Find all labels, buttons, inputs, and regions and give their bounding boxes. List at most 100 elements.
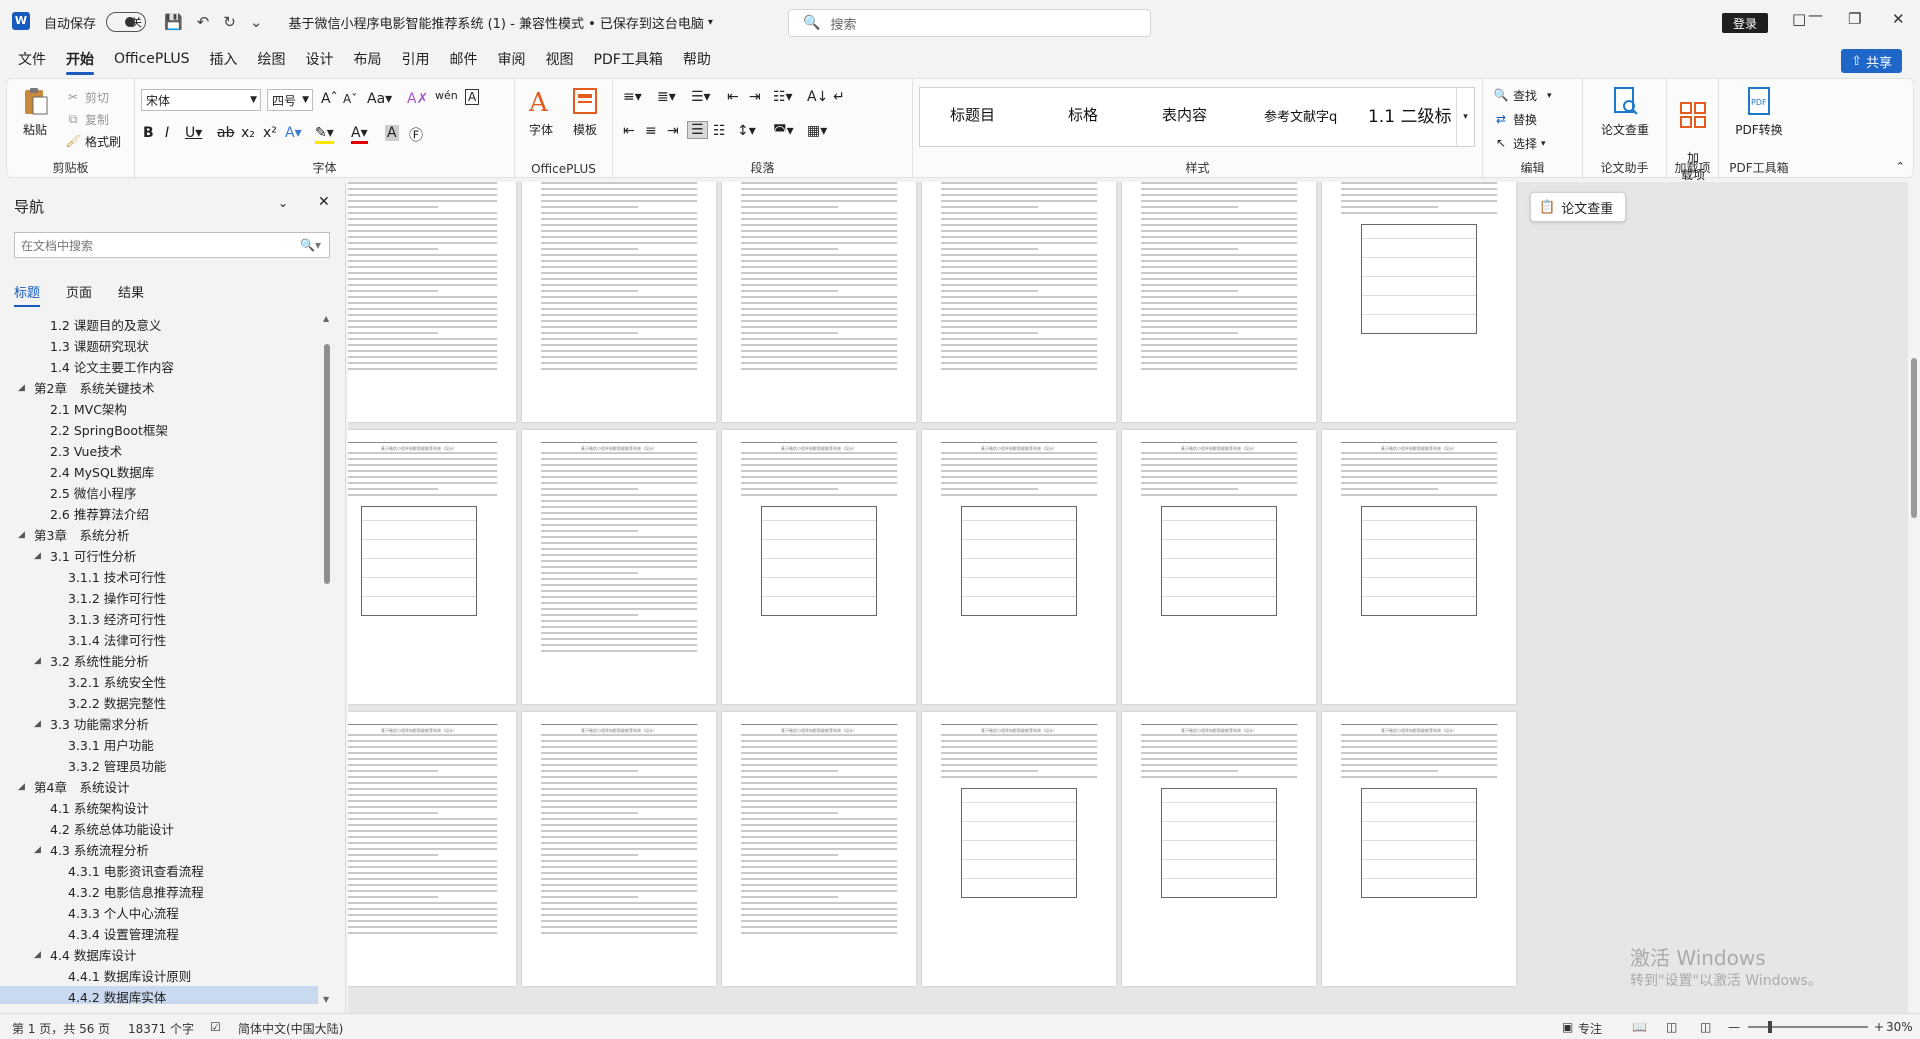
nav-heading-item[interactable]: 1.4 论文主要工作内容 [0, 356, 318, 377]
nav-tab-headings[interactable]: 标题 [14, 282, 41, 307]
focus-icon[interactable]: ▣ [1562, 1020, 1573, 1034]
page-thumbnail[interactable]: 基于微信小程序电影智能推荐系统（设计） [922, 430, 1116, 704]
justify-icon[interactable]: ☰ [687, 121, 708, 139]
collapse-ribbon-icon[interactable]: ⌃ [1896, 160, 1905, 173]
copy-button[interactable]: ⧉ 复制 [65, 111, 109, 128]
underline-icon[interactable]: U▾ [185, 125, 202, 141]
tab-insert[interactable]: 插入 [210, 49, 238, 69]
multilevel-list-icon[interactable]: ☰▾ [691, 89, 711, 105]
nav-heading-item[interactable]: 3.3.2 管理员功能 [0, 755, 318, 776]
nav-heading-item[interactable]: 4.1 系统架构设计 [0, 797, 318, 818]
document-title[interactable]: 基于微信小程序电影智能推荐系统 (1) - 兼容性模式 • 已保存到这台电脑 [288, 13, 703, 32]
distributed-icon[interactable]: ☷ [713, 123, 726, 139]
close-icon[interactable]: ✕ [1892, 10, 1905, 28]
tab-officeplus[interactable]: OfficePLUS [114, 51, 190, 67]
highlight-icon[interactable]: ✎▾ [315, 125, 334, 144]
expand-arrow-icon[interactable]: ◢ [34, 719, 41, 729]
page-thumbnail[interactable]: 基于微信小程序电影智能推荐系统（设计） [1322, 430, 1516, 704]
nav-heading-item[interactable]: ◢ 第3章 系统分析 [0, 524, 318, 545]
accessibility-icon[interactable]: ☑ [210, 1020, 221, 1034]
autosave-toggle[interactable]: 关 [106, 12, 147, 32]
page-thumbnail[interactable]: 基于微信小程序电影智能推荐系统（设计） [522, 430, 716, 704]
tab-review[interactable]: 审阅 [498, 49, 526, 69]
minimize-icon[interactable]: — [1808, 6, 1823, 24]
page-count[interactable]: 第 1 页，共 56 页 [12, 1020, 110, 1037]
nav-heading-item[interactable]: 2.4 MySQL数据库 [0, 461, 318, 482]
pdf-convert-button[interactable]: PDF PDF转换 [1723, 85, 1795, 138]
expand-arrow-icon[interactable]: ◢ [18, 383, 25, 393]
italic-icon[interactable]: I [165, 125, 169, 141]
shrink-font-icon[interactable]: Aˇ [343, 92, 357, 106]
page-thumbnail[interactable]: 基于微信小程序电影智能推荐系统（设计） [1122, 712, 1316, 986]
replace-button[interactable]: ⇄ 替换 [1493, 111, 1537, 128]
align-left-icon[interactable]: ⇤ [623, 123, 635, 139]
align-center-icon[interactable]: ≡ [645, 123, 657, 139]
change-case-icon[interactable]: Aa▾ [367, 91, 392, 107]
scroll-down-icon[interactable]: ▼ [323, 995, 329, 1004]
nav-search-input[interactable]: 在文档中搜索 🔍▾ [14, 232, 330, 258]
page-thumbnail[interactable]: 基于微信小程序电影智能推荐系统（设计） [722, 712, 916, 986]
nav-scroll-thumb[interactable] [324, 344, 330, 584]
font-size-select[interactable]: 四号 ▼ [267, 89, 313, 111]
align-right-icon[interactable]: ⇥ [667, 123, 679, 139]
close-icon[interactable]: ✕ [318, 194, 330, 210]
page-thumbnail[interactable]: 基于微信小程序电影智能推荐系统（设计） [922, 712, 1116, 986]
phonetic-guide-icon[interactable]: wén [435, 89, 458, 102]
bullets-icon[interactable]: ≡▾ [623, 89, 642, 105]
nav-heading-item[interactable]: 2.3 Vue技术 [0, 440, 318, 461]
tab-view[interactable]: 视图 [546, 49, 574, 69]
nav-heading-item[interactable]: 4.2 系统总体功能设计 [0, 818, 318, 839]
expand-arrow-icon[interactable]: ◢ [34, 845, 41, 855]
page-thumbnail[interactable]: 基于微信小程序电影智能推荐系统（设计） [722, 430, 916, 704]
nav-heading-item[interactable]: 3.1.1 技术可行性 [0, 566, 318, 587]
tab-design[interactable]: 设计 [306, 49, 334, 69]
nav-heading-item[interactable]: 1.3 课题研究现状 [0, 335, 318, 356]
nav-heading-item[interactable]: ◢ 4.4 数据库设计 [0, 944, 318, 965]
text-effects-icon[interactable]: A▾ [285, 125, 302, 141]
zoom-slider[interactable] [1748, 1021, 1868, 1033]
document-canvas[interactable]: 基于微信小程序电影智能推荐系统（设计） 基于微信小程序电影智能推荐系统（设计） 基于… [348, 182, 1908, 1013]
line-spacing-icon[interactable]: ↕▾ [737, 123, 756, 139]
language-status[interactable]: 简体中文(中国大陆) [238, 1020, 343, 1037]
login-button[interactable]: 登录 [1722, 13, 1768, 33]
tab-home[interactable]: 开始 [66, 49, 94, 75]
document-scroll-thumb[interactable] [1911, 358, 1917, 518]
nav-heading-item[interactable]: ◢ 3.3 功能需求分析 [0, 713, 318, 734]
nav-heading-item[interactable]: 4.3.1 电影资讯查看流程 [0, 860, 318, 881]
expand-arrow-icon[interactable]: ◢ [34, 551, 41, 561]
page-thumbnail[interactable]: 基于微信小程序电影智能推荐系统（设计） [1322, 182, 1516, 422]
page-thumbnail[interactable]: 基于微信小程序电影智能推荐系统（设计） [522, 712, 716, 986]
nav-heading-item[interactable]: 3.1.4 法律可行性 [0, 629, 318, 650]
nav-heading-item[interactable]: 2.5 微信小程序 [0, 482, 318, 503]
paper-check-button[interactable]: 论文查重 [1589, 85, 1661, 138]
share-button[interactable]: ⇧ 共享 [1841, 49, 1902, 73]
select-button[interactable]: ↖ 选择 ▾ [1493, 135, 1546, 152]
strikethrough-icon[interactable]: ab [217, 125, 234, 141]
web-layout-icon[interactable]: ◫ [1700, 1020, 1711, 1034]
sort-icon[interactable]: A↓ [807, 89, 828, 105]
page-thumbnail[interactable]: 基于微信小程序电影智能推荐系统（设计） [922, 182, 1116, 422]
page-thumbnail[interactable]: 基于微信小程序电影智能推荐系统（设计） [348, 430, 516, 704]
save-icon[interactable]: 💾 [164, 13, 183, 31]
character-border-icon[interactable]: A [465, 89, 480, 105]
enclose-character-icon[interactable]: Ⓕ [409, 125, 423, 145]
nav-heading-item[interactable]: 4.3.4 设置管理流程 [0, 923, 318, 944]
nav-heading-item[interactable]: 4.3.2 电影信息推荐流程 [0, 881, 318, 902]
page-thumbnail[interactable]: 基于微信小程序电影智能推荐系统（设计） [1122, 182, 1316, 422]
page-thumbnail[interactable]: 基于微信小程序电影智能推荐系统（设计） [522, 182, 716, 422]
nav-heading-item[interactable]: 3.3.1 用户功能 [0, 734, 318, 755]
tab-pdf-toolbox[interactable]: PDF工具箱 [594, 49, 663, 69]
zoom-level[interactable]: 30% [1886, 1020, 1913, 1034]
expand-arrow-icon[interactable]: ◢ [34, 656, 41, 666]
nav-heading-item[interactable]: 3.1.2 操作可行性 [0, 587, 318, 608]
shading-icon[interactable]: ◚▾ [773, 123, 794, 139]
maximize-icon[interactable]: ❐ [1848, 10, 1861, 28]
nav-heading-item[interactable]: ◢ 3.2 系统性能分析 [0, 650, 318, 671]
customize-qat-icon[interactable]: ⌄ [250, 13, 263, 31]
document-scrollbar[interactable] [1908, 182, 1920, 1013]
nav-heading-item[interactable]: 3.1.3 经济可行性 [0, 608, 318, 629]
word-count[interactable]: 18371 个字 [128, 1020, 194, 1037]
page-thumbnail[interactable]: 基于微信小程序电影智能推荐系统（设计） [1322, 712, 1516, 986]
tab-layout[interactable]: 布局 [354, 49, 382, 69]
nav-heading-item[interactable]: 4.4.2 数据库实体 [0, 986, 318, 1004]
